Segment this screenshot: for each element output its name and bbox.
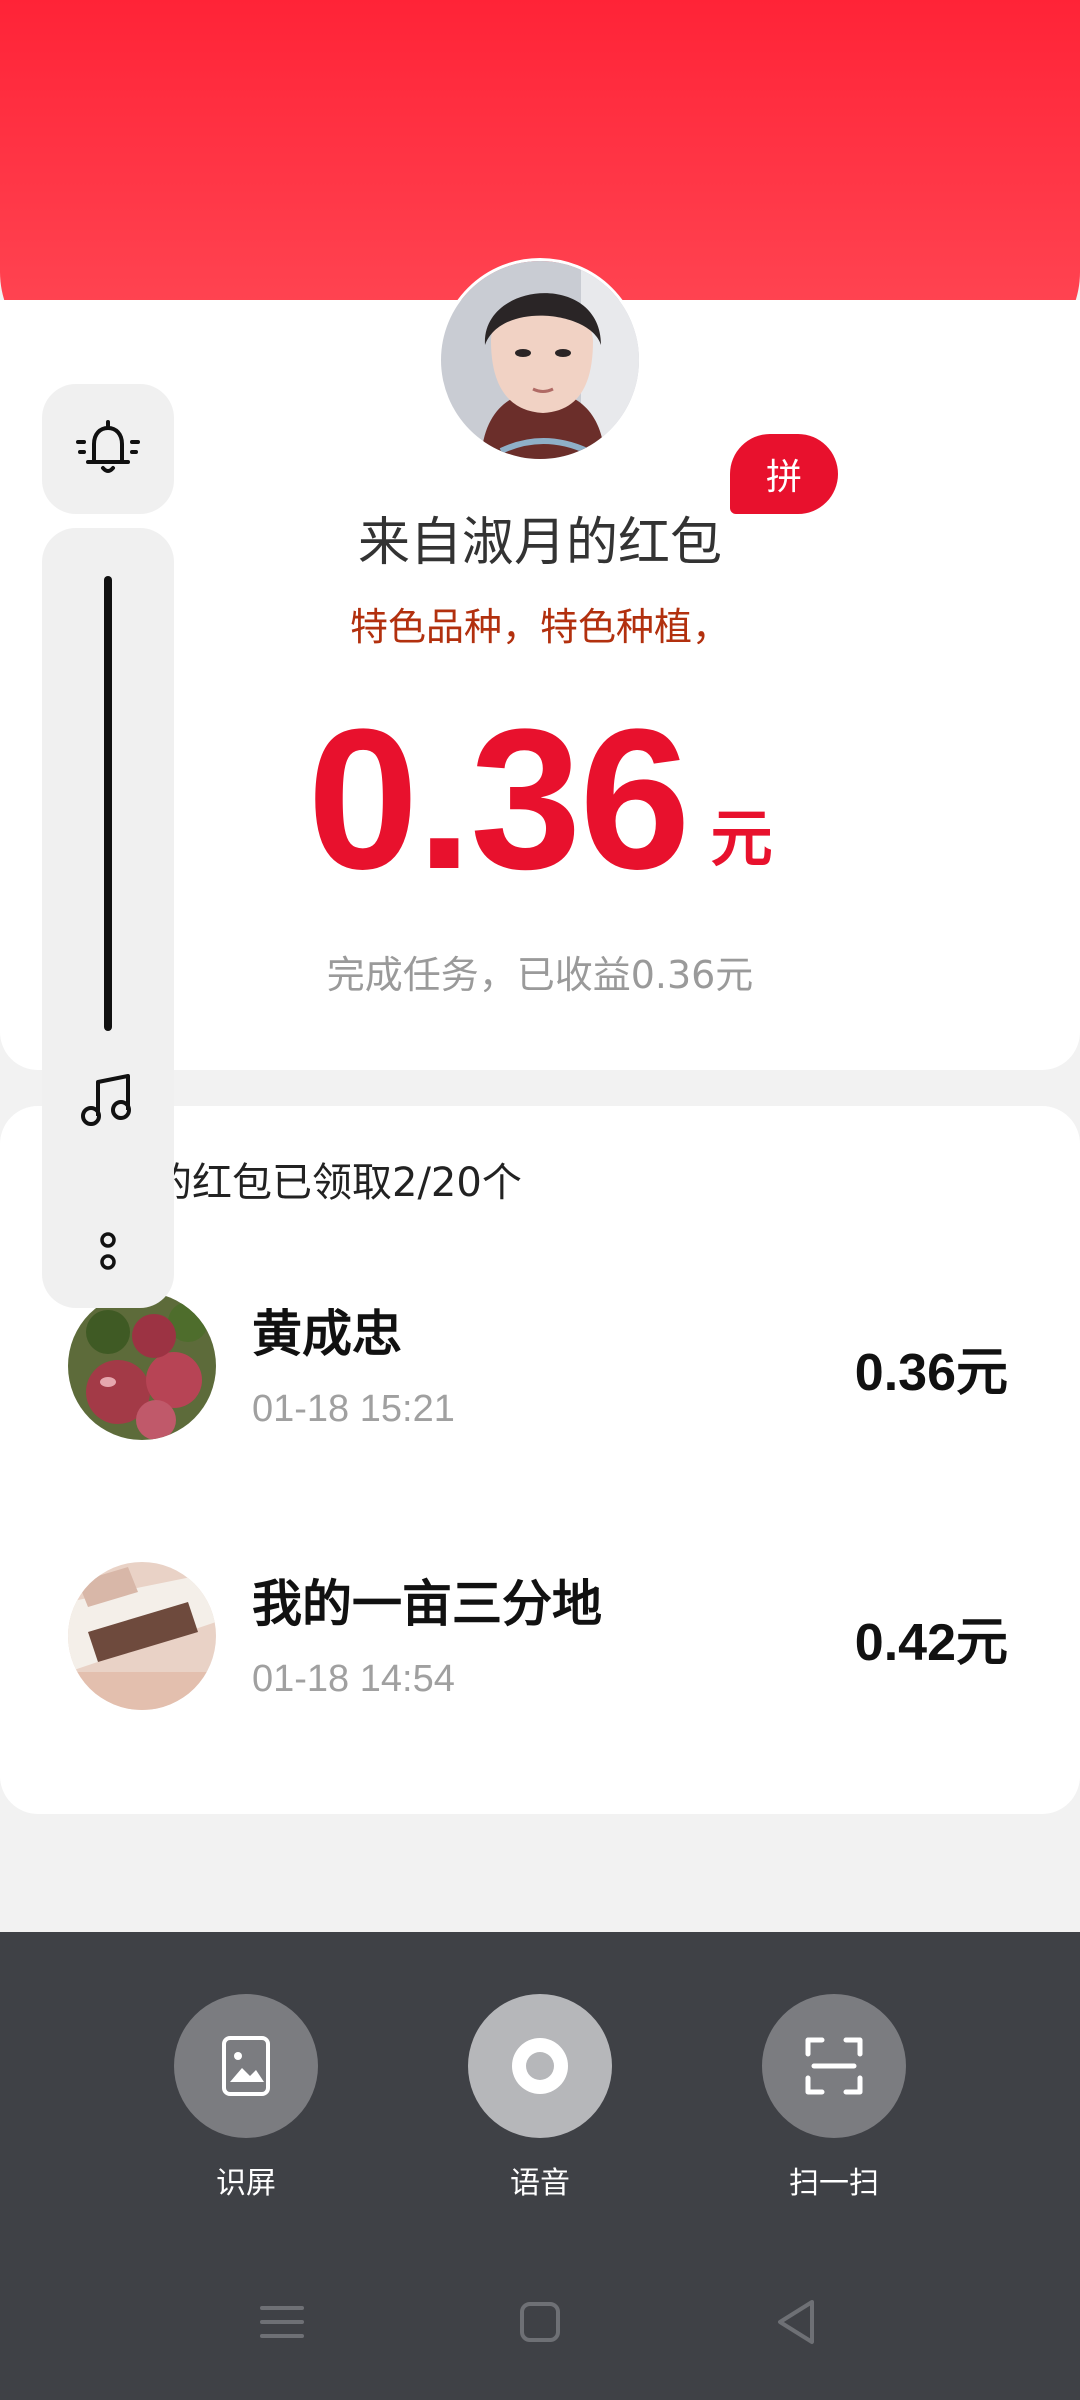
tool-label: 语音 — [510, 2166, 570, 2201]
screen-recognize-icon — [174, 1994, 318, 2138]
voice-button[interactable]: 语音 — [440, 1994, 640, 2202]
packet-amount-unit: 元 — [710, 802, 773, 875]
sender-avatar[interactable] — [438, 258, 642, 462]
menu-icon[interactable] — [252, 2292, 312, 2352]
tool-label: 识屏 — [216, 2166, 276, 2201]
claim-amount: 0.36元 — [854, 1344, 1008, 1402]
claimer-name: 黄成忠 — [252, 1305, 402, 1363]
tool-label: 扫一扫 — [789, 2166, 879, 2201]
packet-amount-value: 0.36 — [307, 688, 690, 911]
scan-icon — [762, 1994, 906, 2138]
bell-icon — [76, 420, 140, 473]
claimer-name: 我的一亩三分地 — [252, 1575, 602, 1633]
system-navigation-bar — [0, 2272, 1080, 2372]
claim-time: 01-18 15:21 — [252, 1388, 455, 1430]
avatar — [68, 1562, 216, 1710]
bell-button[interactable] — [42, 384, 174, 514]
more-dots-icon[interactable] — [96, 1228, 120, 1276]
claim-amount: 0.42元 — [854, 1614, 1008, 1672]
list-item[interactable]: 黄成忠 01-18 15:21 0.36元 — [0, 1292, 1080, 1462]
screen-recognize-button[interactable]: 识屏 — [146, 1994, 346, 2202]
claim-time: 01-18 14:54 — [252, 1658, 455, 1700]
side-control-panel — [42, 528, 174, 1308]
list-item[interactable]: 我的一亩三分地 01-18 14:54 0.42元 — [0, 1562, 1080, 1732]
music-icon[interactable] — [76, 1068, 140, 1132]
home-icon[interactable] — [510, 2292, 570, 2352]
bottom-toolbar: 识屏 语音 扫一扫 — [0, 1932, 1080, 2400]
volume-slider[interactable] — [104, 576, 112, 1031]
scan-button[interactable]: 扫一扫 — [734, 1994, 934, 2202]
voice-icon — [468, 1994, 612, 2138]
avatar — [68, 1292, 216, 1440]
back-icon[interactable] — [766, 2292, 826, 2352]
